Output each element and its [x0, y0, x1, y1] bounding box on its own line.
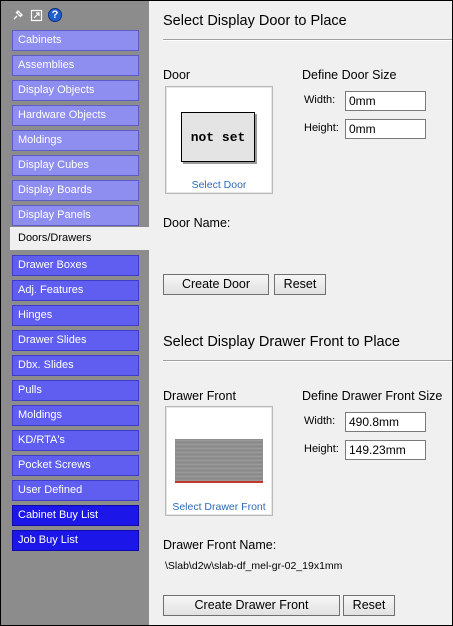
sidebar-item-moldings[interactable]: Moldings	[12, 130, 139, 151]
sidebar-item-assemblies[interactable]: Assemblies	[12, 55, 139, 76]
door-preview[interactable]: not set Select Door	[165, 86, 273, 194]
sidebar-item-adj-features[interactable]: Adj. Features	[12, 280, 139, 301]
sidebar-item-display-panels[interactable]: Display Panels	[12, 205, 139, 226]
sidebar: ? Cabinets Assemblies Display Objects Ha…	[1, 1, 149, 625]
pin-icon[interactable]	[10, 8, 24, 22]
drawer-section-title: Select Display Drawer Front to Place	[163, 334, 400, 350]
sidebar-item-dbx-slides[interactable]: Dbx. Slides	[12, 355, 139, 376]
sidebar-item-kd-rta[interactable]: KD/RTA's	[12, 430, 139, 451]
select-door-link[interactable]: Select Door	[166, 179, 272, 191]
drawer-width-input[interactable]	[345, 412, 426, 432]
drawer-front-preview[interactable]: Select Drawer Front	[165, 406, 273, 516]
door-section-divider	[163, 39, 452, 41]
main-panel: Select Display Door to Place Door not se…	[149, 1, 452, 625]
select-drawer-front-link[interactable]: Select Drawer Front	[166, 501, 272, 513]
sidebar-item-display-objects[interactable]: Display Objects	[12, 80, 139, 101]
drawer-preview-label: Drawer Front	[163, 389, 236, 403]
app-window: ? Cabinets Assemblies Display Objects Ha…	[0, 0, 453, 626]
door-width-label: Width:	[304, 94, 336, 106]
sidebar-item-drawer-slides[interactable]: Drawer Slides	[12, 330, 139, 351]
sidebar-item-hardware-objects[interactable]: Hardware Objects	[12, 105, 139, 126]
sidebar-item-cabinets[interactable]: Cabinets	[12, 30, 139, 51]
drawer-section-divider	[163, 360, 452, 362]
sidebar-item-pulls[interactable]: Pulls	[12, 380, 139, 401]
drawer-name-label: Drawer Front Name:	[163, 538, 277, 552]
create-door-button[interactable]: Create Door	[163, 274, 269, 295]
sidebar-item-doors-drawers[interactable]: Doors/Drawers	[10, 227, 149, 250]
sidebar-item-display-cubes[interactable]: Display Cubes	[12, 155, 139, 176]
drawer-height-input[interactable]	[345, 440, 426, 460]
door-height-label: Height:	[304, 122, 339, 134]
drawer-width-label: Width:	[304, 415, 336, 427]
sidebar-item-hinges[interactable]: Hinges	[12, 305, 139, 326]
sidebar-item-pocket-screws[interactable]: Pocket Screws	[12, 455, 139, 476]
door-size-title: Define Door Size	[302, 68, 397, 82]
sidebar-item-job-buy-list[interactable]: Job Buy List	[12, 530, 139, 551]
door-preview-label: Door	[163, 68, 191, 82]
help-icon[interactable]: ?	[48, 8, 62, 22]
drawer-height-label: Height:	[304, 443, 339, 455]
window-icon[interactable]	[29, 8, 43, 22]
door-height-input[interactable]	[345, 119, 426, 139]
door-reset-button[interactable]: Reset	[274, 274, 326, 295]
sidebar-item-moldings-2[interactable]: Moldings	[12, 405, 139, 426]
sidebar-item-drawer-boxes[interactable]: Drawer Boxes	[12, 255, 139, 276]
door-section-title: Select Display Door to Place	[163, 13, 347, 29]
sidebar-item-cabinet-buy-list[interactable]: Cabinet Buy List	[12, 505, 139, 526]
door-name-label: Door Name:	[163, 216, 231, 230]
sidebar-toolbar: ?	[10, 7, 62, 23]
drawer-name-value: \Slab\d2w\slab-df_mel-gr-02_19x1mm	[165, 560, 343, 572]
sidebar-item-display-boards[interactable]: Display Boards	[12, 180, 139, 201]
drawer-front-thumbnail	[175, 439, 263, 483]
door-placeholder: not set	[181, 112, 255, 162]
drawer-reset-button[interactable]: Reset	[343, 595, 395, 616]
drawer-size-title: Define Drawer Front Size	[302, 389, 443, 403]
door-width-input[interactable]	[345, 91, 426, 111]
sidebar-item-user-defined[interactable]: User Defined	[12, 480, 139, 501]
create-drawer-front-button[interactable]: Create Drawer Front	[163, 595, 340, 616]
